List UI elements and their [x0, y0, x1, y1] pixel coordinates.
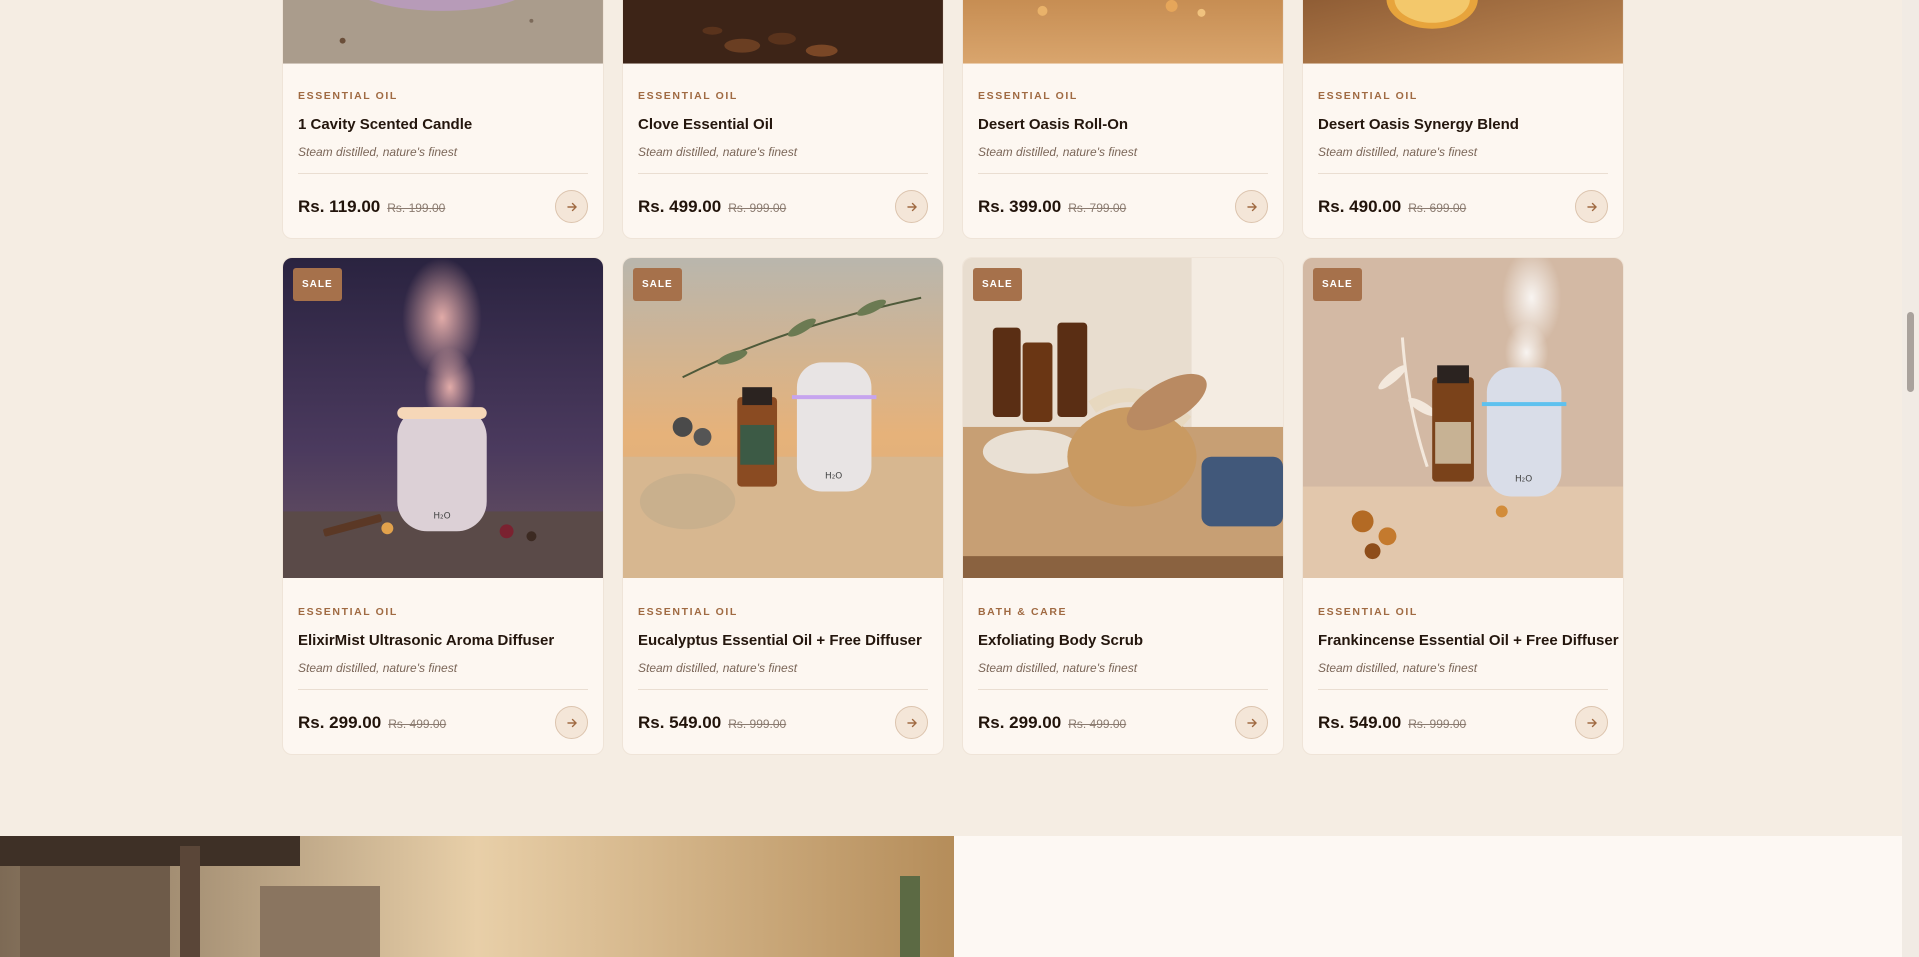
divider: [298, 689, 588, 690]
arrow-right-icon: [1586, 718, 1597, 727]
product-name[interactable]: Frankincense Essential Oil + Free Diffus…: [1318, 632, 1619, 649]
divider: [978, 173, 1268, 174]
product-card[interactable]: ESSENTIAL OIL Desert Oasis Synergy Blend…: [1302, 0, 1624, 239]
product-description: Steam distilled, nature's finest: [1318, 661, 1478, 675]
view-product-button[interactable]: [555, 706, 588, 739]
sale-badge: SALE: [293, 268, 342, 301]
arrow-right-icon: [906, 202, 917, 211]
product-image[interactable]: SALE: [963, 258, 1283, 580]
svg-text:H₂O: H₂O: [1515, 475, 1532, 485]
product-description: Steam distilled, nature's finest: [638, 145, 798, 159]
arrow-right-icon: [1246, 202, 1257, 211]
product-image[interactable]: H₂O SALE: [1303, 258, 1623, 580]
product-category: BATH & CARE: [978, 606, 1068, 618]
divider: [1318, 173, 1608, 174]
divider: [638, 173, 928, 174]
product-category: ESSENTIAL OIL: [298, 90, 398, 102]
product-image[interactable]: H₂O SALE: [283, 258, 603, 580]
product-price: Rs. 549.00: [1318, 712, 1402, 732]
product-image[interactable]: [963, 0, 1283, 64]
product-card[interactable]: ESSENTIAL OIL Desert Oasis Roll-On Steam…: [962, 0, 1284, 239]
product-price: Rs. 119.00: [298, 196, 381, 216]
product-description: Steam distilled, nature's finest: [298, 661, 458, 675]
frankincense-diffuser-photo: H₂O: [1303, 258, 1623, 578]
product-image[interactable]: [1303, 0, 1623, 64]
product-old-price: Rs. 999.00: [728, 716, 787, 731]
product-price: Rs. 399.00: [978, 196, 1062, 216]
product-price: Rs. 299.00: [298, 712, 382, 732]
product-price: Rs. 490.00: [1318, 196, 1402, 216]
body-scrub-brush-photo: [963, 258, 1283, 578]
product-image[interactable]: [623, 0, 943, 64]
product-description: Steam distilled, nature's finest: [1318, 145, 1478, 159]
product-price: Rs. 549.00: [638, 712, 722, 732]
product-card[interactable]: ESSENTIAL OIL Clove Essential Oil Steam …: [622, 0, 944, 239]
product-name[interactable]: Exfoliating Body Scrub: [978, 632, 1268, 649]
arrow-right-icon: [906, 718, 917, 727]
product-category: ESSENTIAL OIL: [638, 90, 738, 102]
featured-image: [0, 836, 954, 957]
product-old-price: Rs. 699.00: [1408, 200, 1467, 215]
product-description: Steam distilled, nature's finest: [638, 661, 798, 675]
scrollbar-thumb[interactable]: [1907, 312, 1914, 392]
arrow-right-icon: [566, 202, 577, 211]
view-product-button[interactable]: [1235, 190, 1268, 223]
product-name[interactable]: Desert Oasis Synergy Blend: [1318, 116, 1608, 133]
product-old-price: Rs. 999.00: [1408, 716, 1467, 731]
product-card[interactable]: H₂O SALE ESSENTIAL OIL ElixirMist Ultras…: [282, 257, 604, 755]
product-category: ESSENTIAL OIL: [1318, 606, 1418, 618]
product-description: Steam distilled, nature's finest: [978, 661, 1138, 675]
arrow-right-icon: [566, 718, 577, 727]
view-product-button[interactable]: [555, 190, 588, 223]
product-category: ESSENTIAL OIL: [1318, 90, 1418, 102]
product-old-price: Rs. 799.00: [1068, 200, 1127, 215]
product-card[interactable]: SALE BATH & CARE Exfoliating Body Scrub …: [962, 257, 1284, 755]
arrow-right-icon: [1586, 202, 1597, 211]
sale-badge: SALE: [973, 268, 1022, 301]
svg-text:H₂O: H₂O: [825, 472, 842, 482]
product-card[interactable]: H₂O SALE ESSENTIAL OIL Eucalyptus Essent…: [622, 257, 944, 755]
product-name[interactable]: Desert Oasis Roll-On: [978, 116, 1268, 133]
divider: [1318, 689, 1608, 690]
svg-text:H₂O: H₂O: [433, 511, 450, 521]
product-category: ESSENTIAL OIL: [298, 606, 398, 618]
arrow-right-icon: [1246, 718, 1257, 727]
product-card[interactable]: ESSENTIAL OIL 1 Cavity Scented Candle St…: [282, 0, 604, 239]
featured-section: [0, 836, 1919, 957]
product-category: ESSENTIAL OIL: [978, 90, 1078, 102]
view-product-button[interactable]: [1235, 706, 1268, 739]
product-old-price: Rs. 499.00: [388, 716, 447, 731]
product-card[interactable]: H₂O SALE ESSENTIAL OIL Frankincense Esse…: [1302, 257, 1624, 755]
view-product-button[interactable]: [895, 706, 928, 739]
divider: [638, 689, 928, 690]
product-price: Rs. 499.00: [638, 196, 722, 216]
product-name[interactable]: 1 Cavity Scented Candle: [298, 116, 588, 133]
view-product-button[interactable]: [1575, 190, 1608, 223]
divider: [978, 689, 1268, 690]
divider: [298, 173, 588, 174]
page-scrollbar[interactable]: [1902, 0, 1919, 957]
product-category: ESSENTIAL OIL: [638, 606, 738, 618]
product-grid: ESSENTIAL OIL 1 Cavity Scented Candle St…: [282, 0, 1625, 755]
product-image[interactable]: H₂O SALE: [623, 258, 943, 580]
sale-badge: SALE: [1313, 268, 1362, 301]
product-old-price: Rs. 499.00: [1068, 716, 1127, 731]
product-old-price: Rs. 199.00: [387, 200, 446, 215]
product-name[interactable]: Eucalyptus Essential Oil + Free Diffuser: [638, 632, 928, 649]
view-product-button[interactable]: [1575, 706, 1608, 739]
eucalyptus-diffuser-photo: H₂O: [623, 258, 943, 578]
product-price: Rs. 299.00: [978, 712, 1062, 732]
product-name[interactable]: ElixirMist Ultrasonic Aroma Diffuser: [298, 632, 588, 649]
view-product-button[interactable]: [895, 190, 928, 223]
product-image[interactable]: [283, 0, 603, 64]
product-description: Steam distilled, nature's finest: [298, 145, 458, 159]
diffuser-dusk-photo: H₂O: [283, 258, 603, 578]
product-old-price: Rs. 999.00: [728, 200, 787, 215]
sale-badge: SALE: [633, 268, 682, 301]
product-description: Steam distilled, nature's finest: [978, 145, 1138, 159]
product-listing-page: ESSENTIAL OIL 1 Cavity Scented Candle St…: [0, 0, 1919, 957]
product-name[interactable]: Clove Essential Oil: [638, 116, 928, 133]
